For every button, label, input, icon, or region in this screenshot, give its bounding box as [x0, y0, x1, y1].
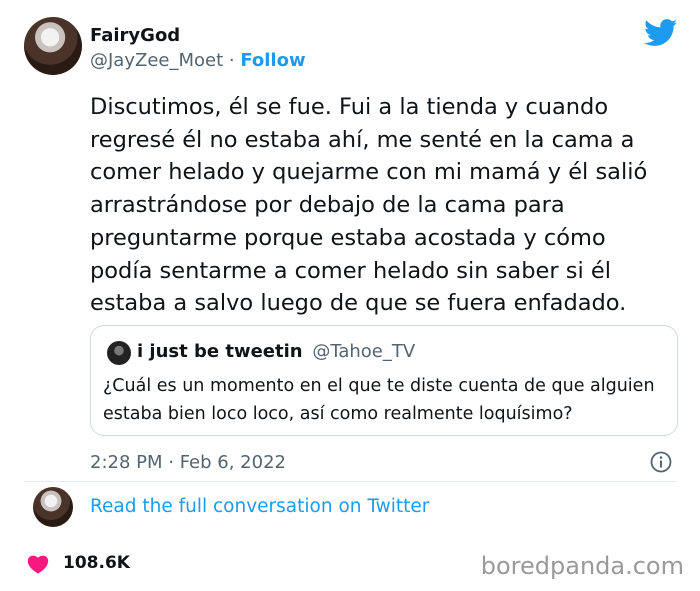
quoted-tweet-card[interactable]: i just be tweetin @Tahoe_TV ¿Cuál es un …: [90, 325, 678, 436]
divider: [24, 481, 676, 482]
watermark: boredpanda.com: [480, 552, 684, 580]
quoted-tweet-line: estaba bien loco loco, así como realment…: [103, 404, 573, 424]
handle-separator: ·: [223, 50, 241, 71]
like-count: 108.6K: [63, 553, 130, 573]
tweet-line: comer helado y quejarme con mi mamá y él…: [90, 159, 648, 186]
quoted-tweet-text: ¿Cuál es un momento en el que te diste c…: [103, 372, 673, 428]
heart-icon[interactable]: [27, 554, 49, 574]
quoted-author-name: i just be tweetin: [137, 341, 303, 362]
tweet-line: arrastrándose por debajo de la cama para: [90, 192, 565, 219]
tweet-line: regresé él no estaba ahí, me senté en la…: [90, 126, 635, 153]
author-handle-row: @JayZee_Moet · Follow: [90, 50, 306, 71]
read-full-conversation-link[interactable]: Read the full conversation on Twitter: [90, 496, 429, 517]
tweet-line: Discutimos, él se fue. Fui a la tienda y…: [90, 94, 609, 120]
tweet-line: estaba a salvo luego de que se fuera enf…: [90, 290, 627, 317]
twitter-bird-icon[interactable]: [644, 19, 678, 47]
info-icon[interactable]: [650, 451, 672, 473]
follow-button[interactable]: Follow: [240, 50, 305, 71]
quoted-author-avatar: [107, 341, 131, 365]
reply-avatar: [33, 487, 73, 527]
tweet-line: podía sentarme a comer helado sin saber …: [90, 257, 611, 284]
quoted-tweet-line: ¿Cuál es un momento en el que te diste c…: [103, 376, 655, 396]
author-avatar[interactable]: [24, 17, 82, 75]
tweet-line: preguntarme porque estaba acostada y cóm…: [90, 224, 606, 251]
tweet-timestamp[interactable]: 2:28 PM · Feb 6, 2022: [90, 452, 286, 473]
author-display-name[interactable]: FairyGod: [90, 25, 180, 46]
author-handle[interactable]: @JayZee_Moet: [90, 50, 223, 71]
quoted-author-row: i just be tweetin @Tahoe_TV: [137, 341, 415, 362]
quoted-author-handle: @Tahoe_TV: [312, 341, 416, 362]
tweet-text: Discutimos, él se fue. Fui a la tienda y…: [90, 91, 660, 320]
